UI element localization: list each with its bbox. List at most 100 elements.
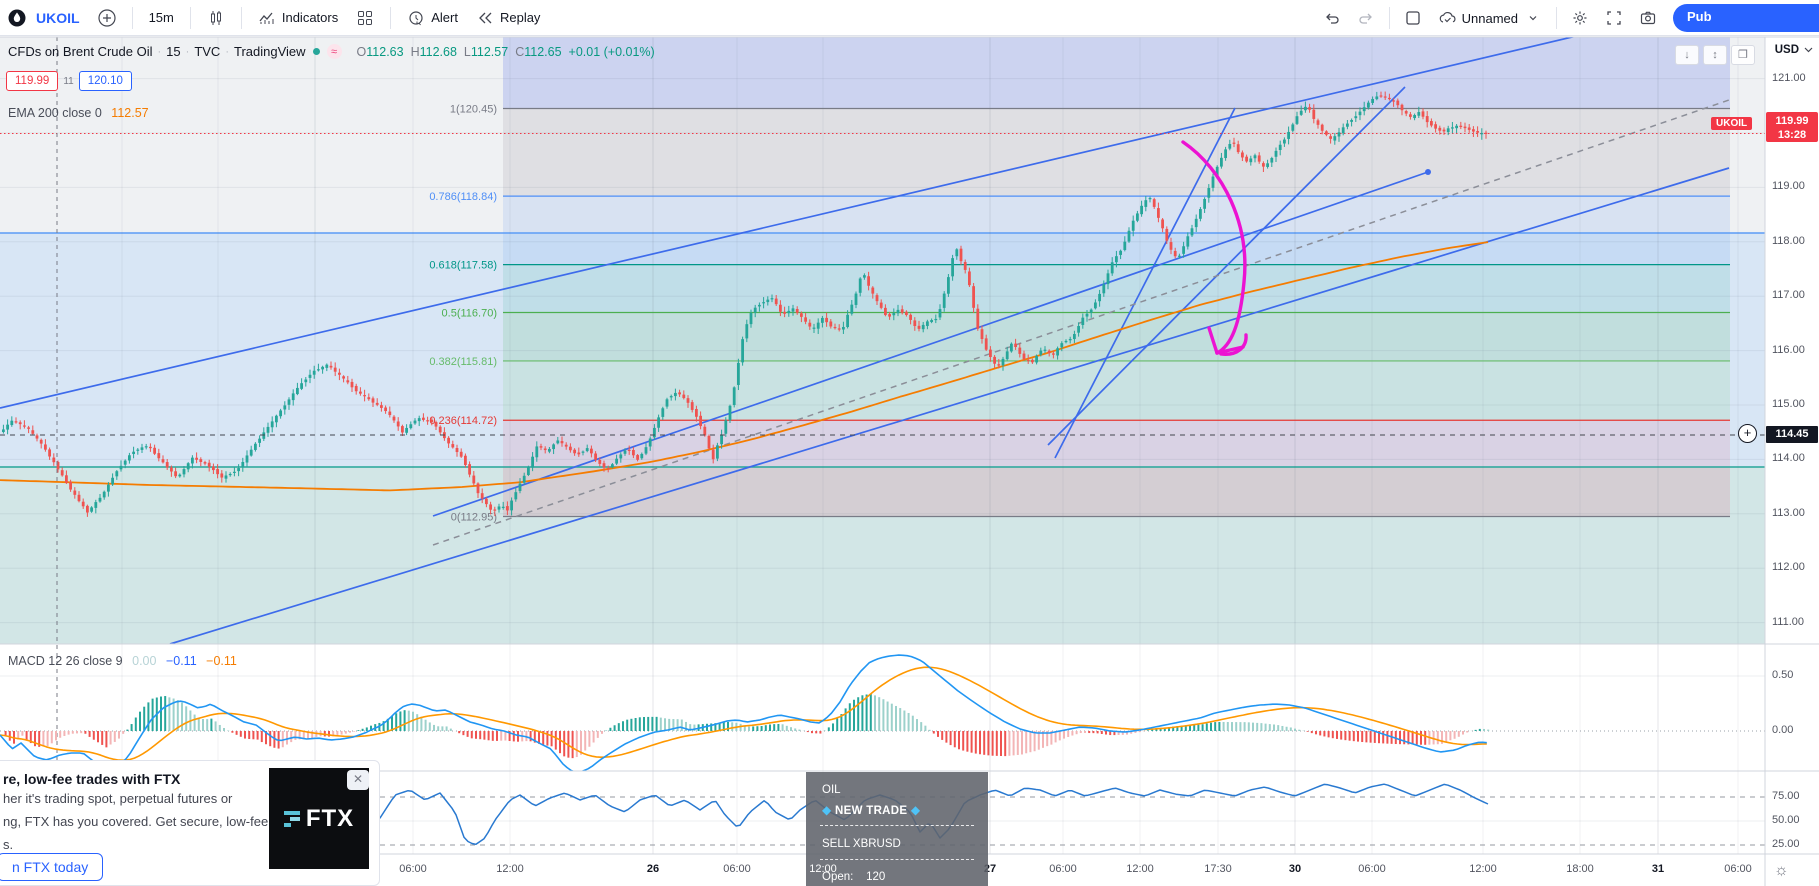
fib-label: 0.236(114.72) bbox=[429, 415, 497, 427]
ema-value: 112.57 bbox=[111, 106, 149, 120]
theme-toggle-icon[interactable]: ☼ bbox=[1774, 862, 1789, 880]
price-tick: 112.00 bbox=[1772, 561, 1805, 574]
macd-tick: 0.00 bbox=[1772, 724, 1794, 736]
chevron-down-icon bbox=[1524, 9, 1542, 27]
ad-body-line: ng, FTX has you covered. Get secure, low… bbox=[3, 814, 269, 829]
bid-ask-panel: 119.99 11 120.10 bbox=[6, 71, 132, 91]
chart-legend[interactable]: CFDs on Brent Crude Oil · 15 · TVC · Tra… bbox=[8, 44, 655, 59]
chart-canvas[interactable]: 1(120.45) 0.786(118.84) 0.618(117.58) 0.5(1… bbox=[0, 0, 1819, 886]
legend-interval: 15 bbox=[166, 44, 181, 59]
price-tick: 121.00 bbox=[1772, 71, 1806, 84]
macd-name: MACD 12 26 close 9 bbox=[8, 654, 123, 668]
price-tick: 113.00 bbox=[1772, 506, 1805, 519]
low-value: 112.57 bbox=[470, 44, 509, 59]
alarm-clock-icon bbox=[407, 9, 425, 27]
plus-circle-icon bbox=[97, 8, 116, 27]
camera-icon bbox=[1639, 9, 1657, 27]
diamond-icon: ◆ bbox=[822, 803, 832, 817]
price-tick: 116.00 bbox=[1772, 343, 1805, 356]
price-tick: 118.00 bbox=[1772, 234, 1805, 247]
interval-button[interactable]: 15m bbox=[141, 6, 182, 29]
currency-label: USD bbox=[1774, 44, 1799, 56]
time-tick: 26 bbox=[646, 863, 660, 875]
scroll-to-recent-button[interactable]: ↓ bbox=[1675, 45, 1699, 65]
ftx-ad-banner: re, low-fee trades with FTX her it's tra… bbox=[0, 760, 380, 886]
replay-rewind-icon bbox=[476, 9, 494, 27]
layout-square-icon bbox=[1404, 9, 1422, 27]
indicators-icon bbox=[258, 9, 276, 27]
approx-price-badge: ≈ bbox=[326, 44, 342, 59]
alert-label: Alert bbox=[431, 10, 458, 25]
undo-button[interactable] bbox=[1315, 5, 1349, 31]
collapse-pane-button[interactable]: ↕ bbox=[1703, 45, 1727, 65]
time-tick: 06:00 bbox=[1049, 863, 1077, 875]
settings-button[interactable] bbox=[1563, 5, 1597, 31]
popup-title: ◆ NEW TRADE ◆ bbox=[822, 803, 921, 817]
macd-hist-value: 0.00 bbox=[132, 654, 157, 668]
screenshot-button[interactable] bbox=[1631, 5, 1665, 31]
time-tick: 17:30 bbox=[1204, 863, 1232, 875]
price-tick: 119.00 bbox=[1772, 180, 1805, 193]
fib-label: 1(120.45) bbox=[450, 104, 497, 116]
symbol-add-button[interactable] bbox=[90, 5, 124, 31]
layout-grid-button[interactable] bbox=[348, 5, 382, 31]
popup-action: SELL XBRUSD bbox=[822, 838, 901, 850]
redo-icon bbox=[1357, 9, 1375, 27]
price-tick: 117.00 bbox=[1772, 289, 1805, 302]
indicators-label: Indicators bbox=[281, 10, 339, 25]
bar-countdown: 13:28 bbox=[1777, 129, 1807, 141]
price-tick: 115.00 bbox=[1772, 398, 1805, 410]
spread-value: 11 bbox=[63, 75, 74, 87]
legend-title: CFDs on Brent Crude Oil bbox=[8, 44, 153, 59]
time-tick: 06:00 bbox=[399, 863, 427, 875]
ad-close-button[interactable]: ✕ bbox=[347, 770, 369, 790]
trendline-endpoint bbox=[1425, 169, 1431, 175]
sell-button[interactable]: 119.99 bbox=[6, 71, 59, 91]
ema-legend[interactable]: EMA 200 close 0 112.57 bbox=[8, 106, 149, 120]
indicators-button[interactable]: Indicators bbox=[250, 5, 346, 31]
ad-body-line: s. bbox=[3, 837, 14, 852]
last-price-value: 119.99 bbox=[1775, 115, 1809, 127]
last-price-tag: 119.99 13:28 bbox=[1766, 112, 1818, 142]
ema-name: EMA 200 close 0 bbox=[8, 106, 102, 120]
tradingview-app: { "toolbar": { "symbol": "UKOIL", "inter… bbox=[0, 0, 1819, 886]
currency-selector[interactable]: USD bbox=[1775, 44, 1813, 56]
ftx-logo-icon bbox=[283, 810, 300, 827]
time-tick: 12:00 bbox=[809, 863, 837, 875]
redo-button[interactable] bbox=[1349, 5, 1383, 31]
cloud-check-icon bbox=[1438, 9, 1456, 27]
macd-value: −0.11 bbox=[165, 654, 197, 668]
time-tick: 30 bbox=[1288, 863, 1302, 875]
market-status-dot bbox=[312, 48, 320, 55]
select-layout-button[interactable] bbox=[1396, 5, 1430, 31]
ad-cta-button[interactable]: n FTX today bbox=[0, 853, 104, 881]
chart-type-button[interactable] bbox=[199, 5, 233, 31]
price-tick: 114.00 bbox=[1772, 452, 1805, 465]
maximize-pane-button[interactable]: ❐ bbox=[1731, 45, 1755, 65]
time-tick: 06:00 bbox=[723, 863, 751, 875]
diamond-icon: ◆ bbox=[910, 803, 921, 817]
stoch-tick: 75.00 bbox=[1772, 790, 1800, 802]
fib-label: 0.382(115.81) bbox=[429, 356, 497, 368]
grid-layout-icon bbox=[356, 9, 374, 27]
macd-legend[interactable]: MACD 12 26 close 9 0.00 −0.11 −0.11 bbox=[8, 654, 237, 668]
close-value: 112.65 bbox=[524, 44, 562, 59]
time-tick: 18:00 bbox=[1566, 863, 1594, 875]
top-toolbar: UKOIL 15m Indicators Alert Replay Unname… bbox=[0, 0, 1819, 36]
time-tick: 12:00 bbox=[1126, 863, 1154, 875]
undo-icon bbox=[1323, 9, 1341, 27]
price-tick: 111.00 bbox=[1772, 615, 1805, 628]
buy-button[interactable]: 120.10 bbox=[78, 71, 132, 91]
alert-button[interactable]: Alert bbox=[399, 5, 466, 31]
symbol-button[interactable]: UKOIL bbox=[28, 6, 88, 30]
symbol-logo-icon bbox=[8, 9, 26, 27]
add-order-plus-icon[interactable]: + bbox=[1738, 424, 1757, 443]
time-tick: 06:00 bbox=[1358, 863, 1386, 875]
replay-button[interactable]: Replay bbox=[468, 5, 548, 31]
fullscreen-button[interactable] bbox=[1597, 5, 1631, 31]
last-price-symbol-tag: UKOIL bbox=[1711, 117, 1753, 130]
zone-rect bbox=[0, 233, 1765, 467]
save-layout-button[interactable]: Unnamed bbox=[1430, 5, 1550, 31]
chevron-down-icon bbox=[1804, 47, 1813, 53]
publish-button[interactable]: Pub bbox=[1673, 4, 1819, 32]
